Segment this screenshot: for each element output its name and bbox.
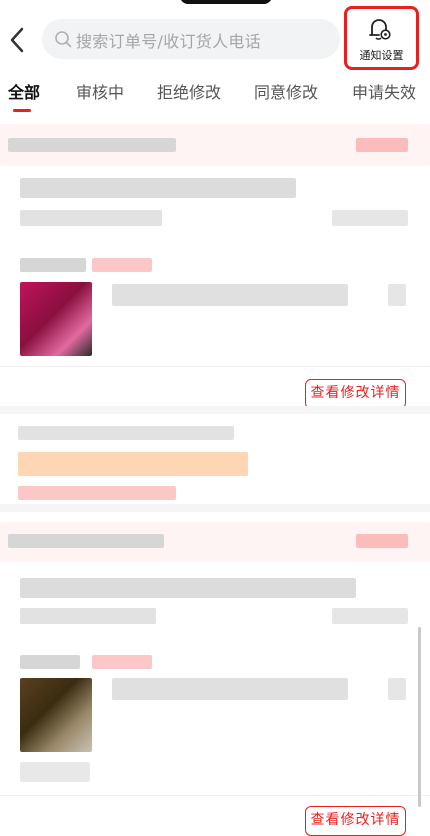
tab-all[interactable]: 全部 bbox=[8, 79, 40, 103]
product-title-blur bbox=[112, 284, 348, 306]
search-icon bbox=[55, 31, 72, 48]
view-changes-button[interactable]: 查看修改详情 bbox=[305, 379, 406, 409]
shop-name-blur bbox=[20, 655, 80, 669]
status-badge bbox=[356, 138, 408, 152]
order-card[interactable]: 查看修改详情 bbox=[0, 512, 430, 836]
tab-expired[interactable]: 申请失效 bbox=[352, 79, 416, 103]
divider bbox=[0, 795, 430, 796]
tab-agreed[interactable]: 同意修改 bbox=[254, 79, 318, 103]
product-thumbnail bbox=[20, 678, 92, 752]
product-qty-blur bbox=[388, 284, 406, 306]
time-blur bbox=[332, 608, 408, 624]
tab-reviewing[interactable]: 审核中 bbox=[76, 79, 124, 103]
card-separator bbox=[0, 406, 430, 414]
tag-blur bbox=[92, 655, 152, 669]
status-notch bbox=[180, 0, 272, 4]
view-changes-button[interactable]: 查看修改详情 bbox=[305, 806, 406, 836]
contact-blur bbox=[20, 608, 156, 624]
status-badge bbox=[356, 534, 408, 548]
product-qty-blur bbox=[388, 678, 406, 700]
scrollbar[interactable] bbox=[418, 627, 421, 807]
status-tabs: 全部 审核中 拒绝修改 同意修改 申请失效 bbox=[0, 76, 430, 112]
tag-blur bbox=[18, 486, 176, 500]
tab-rejected[interactable]: 拒绝修改 bbox=[157, 79, 221, 103]
back-arrow-icon bbox=[10, 27, 24, 53]
shop-name-blur bbox=[20, 258, 86, 272]
time-blur bbox=[332, 210, 408, 226]
price-blur bbox=[20, 762, 90, 782]
order-number-blur bbox=[8, 138, 176, 152]
search-input[interactable]: 搜索订单号/收订货人电话 bbox=[42, 19, 340, 59]
back-button[interactable] bbox=[6, 25, 34, 55]
bell-gear-icon bbox=[369, 19, 391, 40]
order-list: 查看修改详情 查看修改详情 bbox=[0, 112, 430, 836]
order-card[interactable]: 查看修改详情 bbox=[0, 112, 430, 412]
product-title-blur bbox=[112, 678, 348, 700]
notification-settings-button[interactable]: 通知设置 bbox=[344, 6, 419, 70]
notify-label: 通知设置 bbox=[359, 49, 404, 62]
order-number-blur bbox=[18, 426, 234, 440]
order-number-blur bbox=[8, 534, 164, 548]
card-separator bbox=[0, 504, 430, 512]
contact-blur bbox=[20, 210, 162, 226]
top-bar: 搜索订单号/收订货人电话 通知设置 bbox=[0, 0, 430, 76]
search-placeholder: 搜索订单号/收订货人电话 bbox=[76, 32, 261, 51]
tag-blur bbox=[92, 258, 152, 272]
order-card[interactable] bbox=[0, 414, 430, 510]
divider bbox=[0, 366, 430, 367]
address-blur bbox=[20, 178, 296, 198]
address-blur bbox=[20, 578, 356, 598]
product-thumbnail bbox=[20, 282, 92, 356]
notice-blur bbox=[18, 452, 248, 476]
